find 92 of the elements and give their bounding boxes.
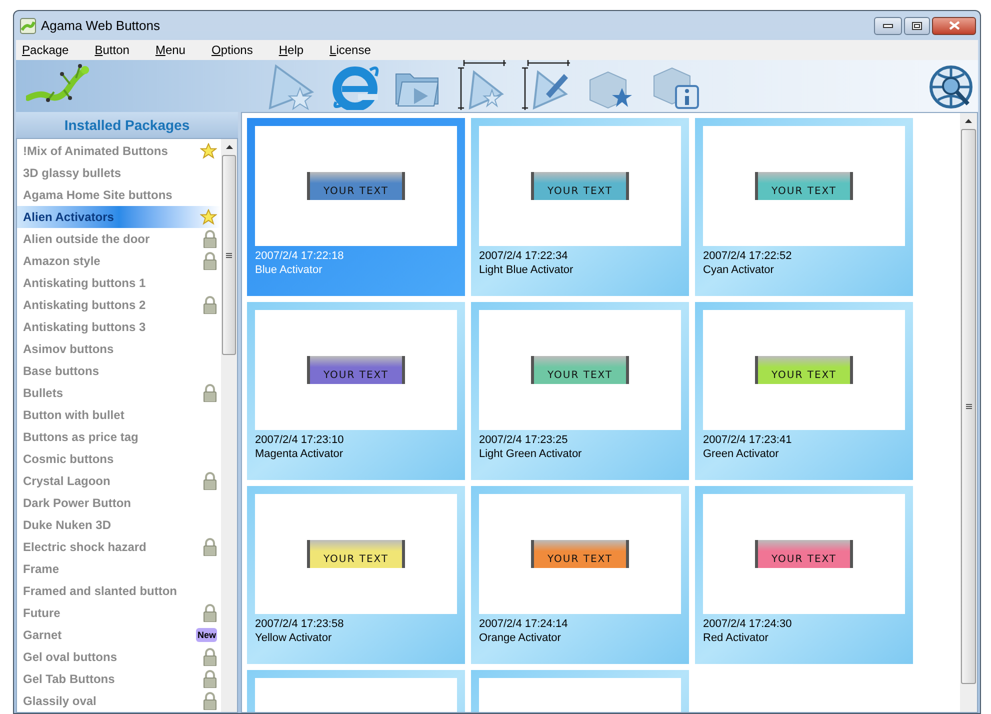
card-date: 2007/2/4 17:23:10 [255, 433, 345, 447]
minimize-icon [883, 24, 893, 28]
card-title: Green Activator [703, 447, 780, 461]
button-card[interactable]: YOUR TEXT 2007/2/4 17:23:41 Green Activator [695, 302, 913, 480]
sidebar-entry[interactable]: !Mix of Animated Buttons [17, 140, 221, 162]
button-preview: YOUR TEXT [531, 540, 629, 568]
button-card[interactable]: YOUR TEXT 2007/2/4 17:23:25 Light Green Activator [471, 302, 689, 480]
card-date: 2007/2/4 17:24:30 [703, 617, 793, 631]
sidebar-entry[interactable]: Crystal Lagoon [17, 470, 221, 492]
card-date: 2007/2/4 17:22:52 [703, 249, 793, 263]
grip-icon [226, 252, 232, 258]
lizard-app-icon [20, 18, 36, 34]
sidebar-entry[interactable]: Framed and slanted button [17, 580, 221, 602]
button-preview: YOUR TEXT [755, 356, 853, 384]
menu-item[interactable]: Options [211, 41, 253, 59]
sidebar-entry[interactable]: Glassily oval [17, 690, 221, 712]
window-title: Agama Web Buttons [41, 16, 160, 35]
sidebar-entry[interactable]: Antiskating buttons 1 [17, 272, 221, 294]
sidebar-entry[interactable]: Asimov buttons [17, 338, 221, 360]
scroll-thumb[interactable] [961, 129, 976, 684]
menu-item[interactable]: Button [94, 41, 130, 59]
card-title: Magenta Activator [255, 447, 344, 461]
sidebar-entry[interactable]: 3D glassy bullets [17, 162, 221, 184]
card-date: 2007/2/4 17:23:41 [703, 433, 793, 447]
sidebar-entry[interactable]: Dark Power Button [17, 492, 221, 514]
menu-item[interactable]: Menu [155, 41, 186, 59]
maximize-button[interactable] [904, 16, 930, 34]
card-date: 2007/2/4 17:23:25 [479, 433, 569, 447]
card-title: Light Green Activator [479, 447, 583, 461]
button-card[interactable]: YOUR TEXT 2007/2/4 17:22:52 Cyan Activator [695, 118, 913, 296]
sidebar-entry[interactable]: Future [17, 602, 221, 624]
sidebar-entry[interactable]: Base buttons [17, 360, 221, 382]
sidebar-entry[interactable]: Amazon style [17, 250, 221, 272]
scrollbar[interactable] [221, 139, 237, 712]
button-preview: YOUR TEXT [307, 172, 405, 200]
browser-e-icon[interactable] [330, 64, 380, 110]
sidebar-entry[interactable]: Cosmic buttons [17, 448, 221, 470]
sidebar-entry[interactable]: Garnet New [17, 624, 221, 646]
globe-search-icon[interactable] [928, 64, 974, 110]
button-card[interactable]: YOUR TEXT 2007/2/4 17:22:34 Light Blue Activator [471, 118, 689, 296]
sidebar-header: Installed Packages [16, 112, 238, 138]
card-title: Light Blue Activator [479, 263, 574, 277]
menu-item[interactable]: License [330, 41, 371, 59]
button-card[interactable]: YOUR TEXT 2007/2/4 17:23:10 Magenta Activator [247, 302, 465, 480]
resize-pencil-icon[interactable] [522, 60, 572, 110]
scrollbar[interactable] [960, 113, 977, 712]
sidebar-entry[interactable]: Frame [17, 558, 221, 580]
button-card[interactable]: YOUR TEXT 2007/2/4 17:24:30 Red Activator [695, 486, 913, 664]
sidebar-entry[interactable]: Duke Nuken 3D [17, 514, 221, 536]
grip-icon [966, 404, 972, 409]
scroll-thumb[interactable] [222, 155, 236, 355]
menu-item[interactable]: Help [278, 41, 304, 59]
maximize-icon [912, 22, 922, 30]
sidebar-entry[interactable]: Electric shock hazard [17, 536, 221, 558]
star-arrow-icon[interactable] [266, 64, 316, 110]
minimize-button[interactable] [874, 16, 902, 34]
button-preview: YOUR TEXT [531, 356, 629, 384]
sidebar-entry[interactable]: Bullets [17, 382, 221, 404]
card-title: Orange Activator [479, 631, 562, 645]
button-card[interactable]: YOUR TEXT 2007/2/4 17:24:14 Orange Activator [471, 486, 689, 664]
menu-item[interactable]: Package [22, 41, 69, 59]
button-card[interactable]: YOUR TEXT 2007/2/4 17:23:58 Yellow Activator [247, 486, 465, 664]
close-icon [948, 21, 960, 30]
sidebar-entry[interactable]: Gel oval buttons [17, 646, 221, 668]
button-preview: YOUR TEXT [307, 540, 405, 568]
card-title: Blue Activator [255, 263, 324, 277]
card-date: 2007/2/4 17:23:58 [255, 617, 345, 631]
card-date: 2007/2/4 17:22:18 [255, 249, 345, 263]
sidebar-entry[interactable]: Gel Tab Buttons [17, 668, 221, 690]
card-title: Cyan Activator [703, 263, 775, 277]
sidebar-entry[interactable]: Antiskating buttons 3 [17, 316, 221, 338]
button-preview: YOUR TEXT [307, 356, 405, 384]
button-card[interactable]: YOUR TEXT 2007/2/4 17:22:18 Blue Activator [247, 118, 465, 296]
card-title: Yellow Activator [255, 631, 333, 645]
sidebar-entry[interactable]: Agama Home Site buttons [17, 184, 221, 206]
sidebar-entry[interactable]: Buttons as price tag [17, 426, 221, 448]
sidebar-entry[interactable]: Antiskating buttons 2 [17, 294, 221, 316]
scroll-up-icon[interactable] [965, 119, 972, 123]
scroll-up-icon[interactable] [226, 145, 232, 149]
sidebar-entry[interactable]: Button with bullet [17, 404, 221, 426]
button-preview: YOUR TEXT [755, 172, 853, 200]
card-date: 2007/2/4 17:22:34 [479, 249, 569, 263]
card-title: Red Activator [703, 631, 770, 645]
sidebar-entry[interactable]: Alien Activators [17, 206, 221, 228]
close-button[interactable] [932, 16, 976, 34]
button-preview: YOUR TEXT [531, 172, 629, 200]
card-date: 2007/2/4 17:24:14 [479, 617, 569, 631]
sidebar-entry[interactable]: Alien outside the door [17, 228, 221, 250]
new-badge: New [196, 628, 217, 642]
lizard-logo-icon [26, 62, 90, 104]
resize-star-icon[interactable] [458, 60, 508, 110]
button-preview: YOUR TEXT [755, 540, 853, 568]
